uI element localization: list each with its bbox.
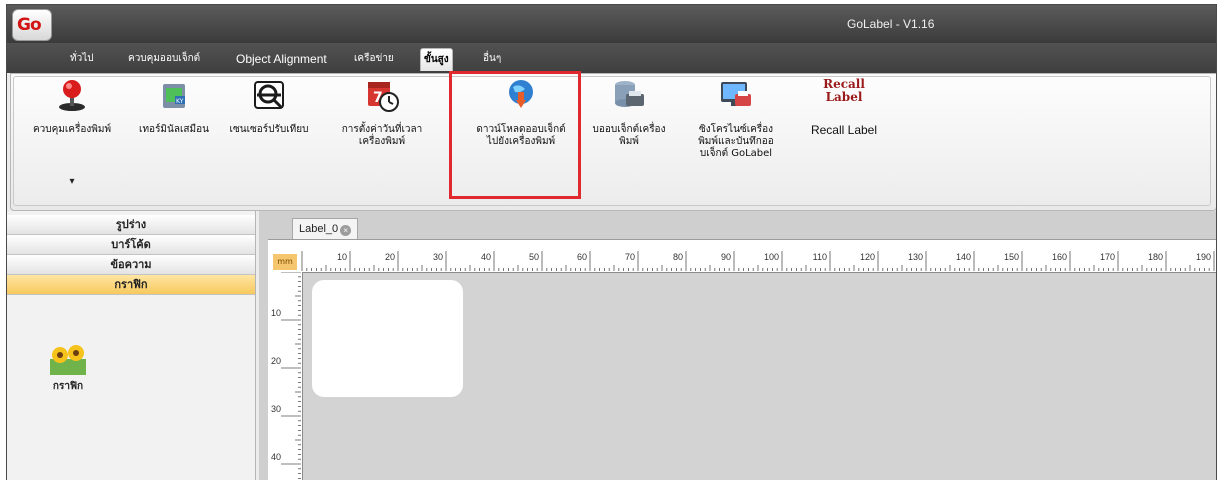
graphic-palette-label: กราฟิก: [52, 381, 84, 392]
recall-label-icon: Recall Label: [819, 78, 869, 112]
ruler-tick-label: 50: [529, 252, 539, 262]
sensor-calibration-label: เซนเซอร์ปรับเทียบ: [229, 124, 309, 135]
recall-label-button[interactable]: Recall Label Recall Label: [801, 78, 887, 196]
tab-network[interactable]: เครือข่าย: [351, 48, 397, 70]
app-logo-text: Go: [17, 15, 42, 35]
printer-control-label: ควบคุมเครื่องพิมพ์: [32, 124, 112, 135]
document-tab[interactable]: Label_0 ×: [292, 218, 359, 239]
app-logo[interactable]: Go: [12, 9, 52, 41]
title-bar: Go GoLabel - V1.16: [7, 5, 1216, 43]
ruler-tick-label: 10: [271, 308, 281, 318]
category-text[interactable]: ข้อความ: [7, 255, 255, 275]
horizontal-ruler: 10 20 30 40 50 60 70 80 90 100 110 120 130 140 150 160 1…: [268, 240, 1216, 273]
download-globe-icon: [509, 80, 533, 108]
ruler-tick-label: 70: [625, 252, 635, 262]
ruler-unit-indicator[interactable]: mm: [273, 254, 297, 270]
category-graphics[interactable]: กราฟิก: [7, 275, 255, 295]
ruler-tick-label: 20: [271, 356, 281, 366]
recall-label-label: Recall Label: [810, 123, 878, 137]
sensor-calibration-button[interactable]: เซนเซอร์ปรับเทียบ: [221, 78, 317, 196]
tab-others[interactable]: อื่นๆ: [480, 48, 504, 70]
terminal-icon: KY: [163, 84, 185, 108]
document-area: Label_0 × 10 20 30 40 50 60 70 80 90 100 110 120 130 1…: [259, 211, 1216, 480]
ruler-tick-label: 40: [271, 452, 281, 462]
printer-control-dropdown-arrow[interactable]: ▾: [17, 176, 127, 187]
window-title: GoLabel - V1.16: [847, 17, 935, 31]
printer-database-icon: [615, 81, 644, 107]
ruler-tick-label: 160: [1052, 252, 1067, 262]
printer-datetime-button[interactable]: 7 การตั้งค่าวันที่เวลา เครื่องพิมพ์: [319, 78, 445, 196]
ruler-tick-label: 130: [908, 252, 923, 262]
ruler-tick-label: 110: [813, 252, 827, 262]
virtual-terminal-label: เทอร์มินัลเสมือน: [139, 124, 209, 135]
ruler-tick-label: 120: [860, 252, 875, 262]
tab-object-alignment[interactable]: Object Alignment: [233, 48, 330, 70]
virtual-terminal-button[interactable]: KY เทอร์มินัลเสมือน: [129, 78, 219, 196]
printer-objects-button[interactable]: บออบเจ็กต์เครื่อง พิมพ์: [583, 78, 675, 196]
ruler-tick-label: 10: [337, 252, 347, 262]
ribbon-tab-bar: ทั่วไป ควบคุมออบเจ็กต์ Object Alignment …: [7, 43, 1216, 73]
sync-printer-label: ซิงโครไนซ์เครื่อง พิมพ์และบันทึกออ บเจ็ก…: [698, 124, 774, 159]
joystick-icon: [59, 80, 85, 111]
ruler-tick-label: 100: [764, 252, 779, 262]
ruler-tick-label: 60: [577, 252, 587, 262]
calendar-clock-icon: 7: [368, 82, 399, 112]
download-objects-label: ดาวน์โหลดออบเจ็กต์ ไปยังเครื่องพิมพ์: [476, 124, 566, 147]
ribbon-panel: ควบคุมเครื่องพิมพ์ ▾ KY เทอร์มินัลเสมือน…: [10, 73, 1216, 211]
category-barcode[interactable]: บาร์โค้ด: [7, 235, 255, 255]
sync-monitor-icon: [721, 82, 751, 106]
app-window: Go GoLabel - V1.16 ทั่วไป ควบคุมออบเจ็กต…: [6, 4, 1217, 480]
ruler-tick-label: 150: [1004, 252, 1019, 262]
vertical-ruler: 10 20 30 40: [268, 272, 303, 480]
recall-label-icon-bottom: Label: [825, 90, 863, 104]
download-objects-button[interactable]: ดาวน์โหลดออบเจ็กต์ ไปยังเครื่องพิมพ์: [461, 78, 581, 196]
ruler-tick-label: 40: [481, 252, 491, 262]
label-canvas[interactable]: [312, 280, 463, 397]
ruler-tick-label: 90: [721, 252, 731, 262]
tab-advanced[interactable]: ขั้นสูง: [420, 48, 453, 71]
document-tab-label: Label_0: [299, 223, 339, 235]
ruler-tick-label: 20: [385, 252, 395, 262]
sync-printer-button[interactable]: ซิงโครไนซ์เครื่อง พิมพ์และบันทึกออ บเจ็ก…: [677, 78, 795, 196]
ruler-tick-label: 170: [1100, 252, 1115, 262]
printer-objects-label: บออบเจ็กต์เครื่อง พิมพ์: [592, 124, 666, 147]
ruler-tick-label: 190: [1196, 252, 1211, 262]
graphic-palette-item[interactable]: กราฟิก: [45, 339, 91, 395]
sunflower-icon: [50, 345, 86, 375]
tab-general[interactable]: ทั่วไป: [67, 48, 97, 70]
category-shapes[interactable]: รูปร่าง: [7, 215, 255, 235]
ruler-tick-label: 180: [1148, 252, 1163, 262]
ruler-tick-label: 30: [271, 404, 281, 414]
sensor-icon: [254, 81, 284, 109]
ruler-tick-label: 30: [433, 252, 443, 262]
tab-object-control[interactable]: ควบคุมออบเจ็กต์: [125, 48, 203, 70]
printer-control-button[interactable]: ควบคุมเครื่องพิมพ์ ▾: [17, 78, 127, 196]
ruler-tick-label: 80: [673, 252, 683, 262]
ruler-tick-label: 140: [956, 252, 971, 262]
object-palette: รูปร่าง บาร์โค้ด ข้อความ กราฟิก กราฟิก: [7, 211, 256, 480]
svg-text:KY: KY: [176, 98, 184, 105]
close-tab-icon[interactable]: ×: [340, 225, 352, 236]
label-editor: 10 20 30 40 50 60 70 80 90 100 110 120 130 140 150 160 1…: [268, 239, 1216, 480]
printer-datetime-label: การตั้งค่าวันที่เวลา เครื่องพิมพ์: [341, 124, 423, 147]
